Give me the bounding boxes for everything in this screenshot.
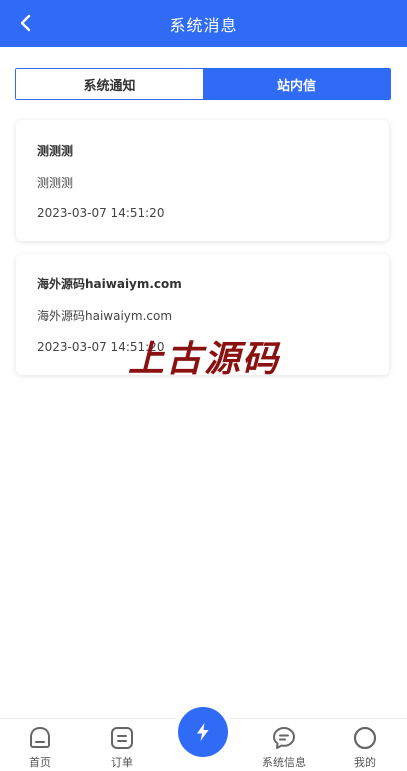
tabbar-item-profile[interactable]: 我的: [335, 725, 395, 770]
tabbar-label: 订单: [111, 756, 133, 769]
message-tabs: 系统通知 站内信: [15, 68, 391, 100]
tabbar-label: 系统信息: [262, 756, 306, 769]
tabbar-label: 我的: [354, 756, 376, 769]
tabbar-item-messages[interactable]: 系统信息: [254, 725, 314, 770]
quick-action-button[interactable]: [178, 707, 228, 757]
tab-system-notice[interactable]: 系统通知: [16, 69, 203, 99]
watermark: 上古源码: [128, 338, 281, 380]
message-time: 2023-03-07 14:51:20: [37, 206, 165, 220]
back-button[interactable]: [14, 11, 38, 35]
message-body: 测测测: [37, 176, 74, 190]
tab-site-messages[interactable]: 站内信: [203, 69, 390, 99]
profile-icon: [353, 726, 377, 750]
page-title: 系统消息: [169, 15, 238, 35]
chat-icon: [273, 727, 295, 749]
message-card[interactable]: 测测测 测测测 2023-03-07 14:51:20: [16, 120, 389, 241]
tabbar-item-orders[interactable]: 订单: [92, 725, 152, 770]
message-body: 海外源码haiwaiym.com: [37, 309, 173, 323]
chevron-left-icon: [20, 14, 31, 32]
lightning-icon: [197, 723, 209, 741]
message-title: 测测测: [37, 144, 74, 158]
tabbar-item-home[interactable]: 首页: [10, 725, 70, 770]
header: 系统消息: [0, 0, 407, 47]
order-icon: [111, 727, 133, 749]
center-action: [173, 702, 233, 762]
message-title: 海外源码haiwaiym.com: [37, 277, 182, 291]
home-icon: [30, 726, 50, 748]
tabbar-label: 首页: [29, 756, 51, 769]
